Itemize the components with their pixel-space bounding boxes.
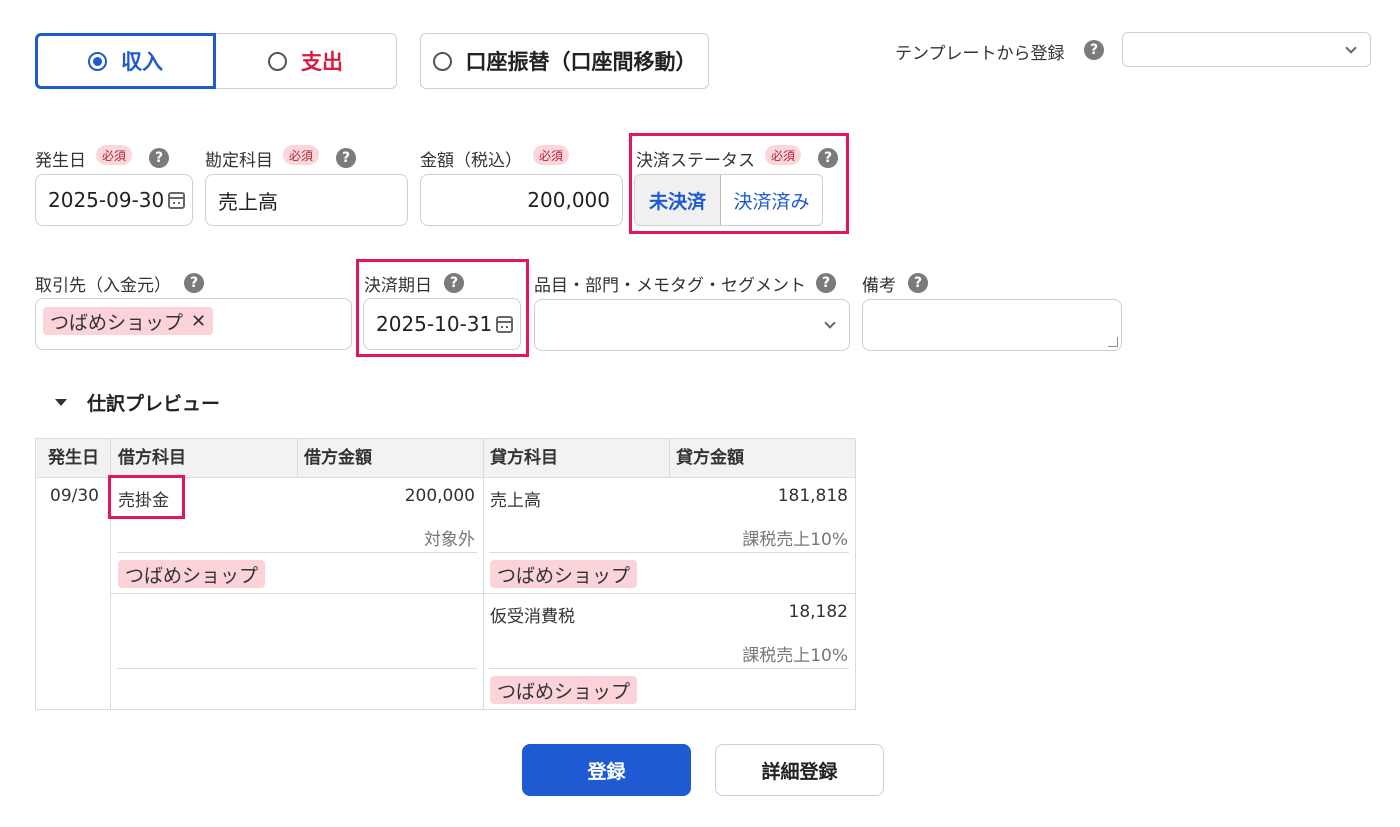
income-tab-label: 収入: [121, 50, 163, 74]
status-unsettled-option[interactable]: 未決済: [635, 175, 721, 225]
divider: [297, 439, 298, 478]
due-date-input[interactable]: 2025-10-31: [363, 298, 521, 350]
status-required-badge: 必須: [765, 145, 802, 165]
calendar-icon[interactable]: [168, 192, 185, 209]
divider: [117, 668, 477, 669]
help-icon[interactable]: ?: [184, 273, 204, 293]
date-input-value: 2025-09-30: [48, 188, 165, 212]
close-icon[interactable]: ✕: [191, 311, 206, 332]
status-toggle: 未決済 決済済み: [634, 174, 823, 226]
amount-label: 金額（税込）: [420, 151, 522, 171]
debit-partner-label: つばめショップ: [125, 564, 259, 587]
detail-register-button[interactable]: 詳細登録: [715, 744, 884, 796]
transfer-radio: [432, 51, 452, 71]
expense-tab-label: 支出: [301, 50, 343, 74]
partner-tag-label: つばめショップ: [50, 311, 184, 334]
help-icon[interactable]: ?: [444, 273, 464, 293]
amount-input[interactable]: 200,000: [420, 174, 623, 226]
chevron-down-icon: [824, 317, 836, 329]
credit-amount-cell: 181,818: [777, 486, 848, 506]
items-label: 品目・部門・メモタグ・セグメント: [534, 276, 806, 296]
amount-input-value: 200,000: [527, 188, 610, 212]
row-date: 09/30: [50, 486, 99, 506]
help-icon[interactable]: ?: [908, 273, 928, 293]
transfer-tab[interactable]: 口座振替（口座間移動）: [420, 33, 709, 89]
debit-partner-tag: つばめショップ: [118, 560, 266, 588]
items-select[interactable]: [534, 299, 850, 351]
preview-toggle[interactable]: 仕訳プレビュー: [55, 388, 220, 416]
credit-account-cell: 売上高: [490, 491, 541, 511]
credit-tax-cell: 課税売上10%: [742, 646, 848, 666]
account-label: 勘定科目: [205, 151, 273, 171]
header-debit-account: 借方科目: [118, 448, 186, 468]
status-settled-label: 決済済み: [733, 190, 810, 213]
row-divider: [111, 593, 856, 594]
due-date-label: 決済期日: [364, 276, 432, 296]
partner-tag: つばめショップ ✕: [43, 307, 214, 335]
divider: [489, 668, 849, 669]
due-date-input-value: 2025-10-31: [376, 312, 493, 336]
help-icon[interactable]: ?: [816, 273, 836, 293]
credit-account-cell: 仮受消費税: [490, 607, 575, 627]
debit-account-highlight: [108, 475, 185, 519]
divider: [117, 552, 477, 553]
date-input[interactable]: 2025-09-30: [35, 174, 193, 226]
chevron-down-icon: [1345, 42, 1357, 54]
account-required-badge: 必須: [283, 145, 320, 165]
expense-radio: [268, 51, 287, 71]
header-credit-amount: 貸方金額: [676, 448, 744, 468]
calendar-icon[interactable]: [496, 316, 513, 333]
debit-amount-cell: 200,000: [404, 486, 475, 506]
credit-partner-label: つばめショップ: [497, 564, 631, 587]
header-date: 発生日: [48, 448, 99, 468]
divider: [669, 439, 670, 478]
account-input[interactable]: 売上高: [205, 174, 408, 226]
account-input-value: 売上高: [218, 189, 278, 214]
memo-label: 備考: [862, 276, 896, 296]
detail-register-button-label: 詳細登録: [761, 760, 838, 783]
credit-tax-cell: 課税売上10%: [742, 530, 848, 550]
preview-title: 仕訳プレビュー: [87, 392, 221, 415]
help-icon[interactable]: ?: [149, 148, 169, 168]
help-icon[interactable]: ?: [818, 148, 838, 168]
help-icon[interactable]: ?: [336, 148, 356, 168]
debit-tax-cell: 対象外: [424, 530, 475, 550]
help-icon[interactable]: ?: [1084, 40, 1104, 60]
header-credit-account: 貸方科目: [490, 448, 558, 468]
table-header: 発生日 借方科目 借方金額 貸方科目 貸方金額: [36, 439, 855, 478]
expense-tab[interactable]: 支出: [214, 33, 397, 89]
status-label: 決済ステータス: [636, 151, 755, 171]
register-button[interactable]: 登録: [522, 744, 691, 796]
partner-input[interactable]: つばめショップ ✕: [35, 298, 352, 350]
status-settled-option[interactable]: 決済済み: [721, 175, 822, 225]
credit-partner-tag: つばめショップ: [490, 676, 638, 704]
status-unsettled-label: 未決済: [648, 190, 706, 213]
caret-down-icon: [55, 398, 67, 406]
credit-amount-cell: 18,182: [788, 602, 848, 622]
income-tab[interactable]: 収入: [35, 33, 216, 89]
resize-handle-icon[interactable]: [1108, 337, 1118, 347]
divider: [489, 552, 849, 553]
income-radio: [88, 51, 107, 71]
template-select[interactable]: [1122, 32, 1371, 67]
register-button-label: 登録: [587, 760, 626, 783]
memo-textarea[interactable]: [862, 299, 1122, 351]
partner-label: 取引先（入金元）: [35, 276, 171, 296]
transfer-tab-label: 口座振替（口座間移動）: [465, 50, 697, 74]
date-required-badge: 必須: [96, 145, 133, 165]
date-label: 発生日: [35, 151, 86, 171]
header-debit-amount: 借方金額: [304, 448, 372, 468]
template-label: テンプレートから登録: [895, 44, 1065, 64]
amount-required-badge: 必須: [533, 145, 570, 165]
credit-partner-tag: つばめショップ: [490, 560, 638, 588]
divider: [483, 439, 484, 710]
credit-partner-label: つばめショップ: [497, 680, 631, 703]
